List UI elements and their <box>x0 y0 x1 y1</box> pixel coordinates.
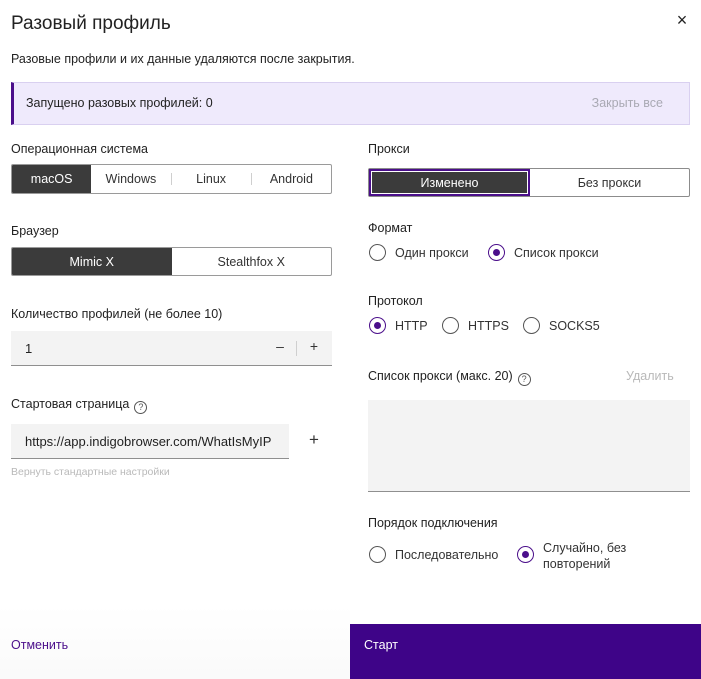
profile-count-label: Количество профилей (не более 10) <box>11 307 223 321</box>
os-option-linux[interactable]: Linux <box>172 165 251 193</box>
proxy-option-modified[interactable]: Изменено <box>369 169 530 196</box>
connection-order-label: Порядок подключения <box>368 516 498 530</box>
order-option-label: Случайно, без повторений <box>543 541 627 571</box>
proxy-list-label-text: Список прокси (макс. 20) <box>368 369 513 383</box>
os-option-macos[interactable]: macOS <box>12 165 92 193</box>
protocol-option-label: HTTP <box>395 318 428 333</box>
stepper-divider <box>296 341 297 356</box>
decrement-button[interactable]: – <box>273 338 287 356</box>
close-all-button[interactable]: Закрыть все <box>592 96 663 110</box>
protocol-radio-socks5[interactable]: SOCKS5 <box>523 317 600 334</box>
order-radio-random[interactable]: Случайно, без повторений <box>517 540 653 572</box>
close-icon[interactable]: × <box>672 10 692 30</box>
running-profiles-banner: Запущено разовых профилей: 0 Закрыть все <box>11 82 690 125</box>
profile-count-stepper: 1 – + <box>11 331 332 366</box>
proxy-option-none[interactable]: Без прокси <box>530 169 689 196</box>
start-page-label-text: Стартовая страница <box>11 397 130 411</box>
proxy-list-label: Список прокси (макс. 20)? <box>368 369 531 386</box>
order-radio-sequential[interactable]: Последовательно <box>369 546 498 563</box>
browser-label: Браузер <box>11 224 59 238</box>
proxy-list-textarea[interactable] <box>368 400 690 492</box>
protocol-radio-https[interactable]: HTTPS <box>442 317 509 334</box>
start-button[interactable]: Старт <box>350 624 701 679</box>
increment-button[interactable]: + <box>307 338 321 356</box>
browser-option-stealthfox[interactable]: Stealthfox X <box>172 248 332 275</box>
radio-icon <box>369 244 386 261</box>
format-label: Формат <box>368 221 413 235</box>
radio-checked-icon <box>517 546 534 563</box>
os-option-android[interactable]: Android <box>252 165 331 193</box>
browser-option-mimic[interactable]: Mimic X <box>12 248 172 275</box>
format-option-label: Список прокси <box>514 245 599 260</box>
proxy-selector: Изменено Без прокси <box>368 168 690 197</box>
order-option-label: Последовательно <box>395 547 499 562</box>
add-start-page-button[interactable]: + <box>305 430 323 450</box>
running-profiles-text: Запущено разовых профилей: 0 <box>26 96 213 110</box>
help-icon[interactable]: ? <box>517 373 531 386</box>
start-page-input[interactable]: https://app.indigobrowser.com/WhatIsMyIP <box>11 424 289 459</box>
start-page-label: Стартовая страница? <box>11 397 148 414</box>
radio-checked-icon <box>369 317 386 334</box>
radio-icon <box>523 317 540 334</box>
protocol-option-label: SOCKS5 <box>549 318 600 333</box>
start-button-label: Старт <box>364 638 398 652</box>
radio-icon <box>369 546 386 563</box>
radio-icon <box>442 317 459 334</box>
protocol-option-label: HTTPS <box>468 318 509 333</box>
os-selector: macOS Windows Linux Android <box>11 164 332 194</box>
proxy-label: Прокси <box>368 142 410 156</box>
reset-defaults-link[interactable]: Вернуть стандартные настройки <box>11 466 170 478</box>
cancel-button[interactable]: Отменить <box>11 638 68 652</box>
os-label: Операционная система <box>11 142 149 156</box>
radio-checked-icon <box>488 244 505 261</box>
profile-count-value[interactable]: 1 <box>25 341 32 356</box>
dialog-subtitle: Разовые профили и их данные удаляются по… <box>11 52 355 66</box>
delete-proxy-button[interactable]: Удалить <box>626 369 674 383</box>
protocol-radio-http[interactable]: HTTP <box>369 317 428 334</box>
format-option-label: Один прокси <box>395 245 469 260</box>
browser-selector: Mimic X Stealthfox X <box>11 247 332 276</box>
protocol-label: Протокол <box>368 294 423 308</box>
help-icon[interactable]: ? <box>134 401 148 414</box>
format-radio-list[interactable]: Список прокси <box>488 244 599 261</box>
os-option-windows[interactable]: Windows <box>91 165 170 193</box>
format-radio-single[interactable]: Один прокси <box>369 244 469 261</box>
start-page-url: https://app.indigobrowser.com/WhatIsMyIP <box>25 434 272 449</box>
dialog-title: Разовый профиль <box>11 13 171 34</box>
